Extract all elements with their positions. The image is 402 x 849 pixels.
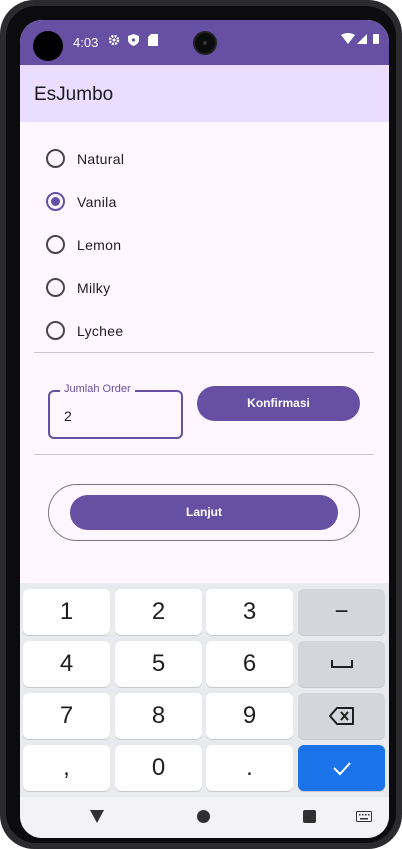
- device-frame: 4:03 EsJumbo Natural Vanila Lemon Milky …: [0, 0, 402, 849]
- shield-icon: [128, 34, 139, 49]
- app-title: EsJumbo: [34, 84, 114, 105]
- radio-button[interactable]: [46, 149, 65, 168]
- key-1[interactable]: 1: [23, 589, 110, 635]
- radio-option-lychee[interactable]: Lychee: [46, 317, 346, 347]
- radio-button[interactable]: [46, 278, 65, 297]
- device-bezel: 4:03 EsJumbo Natural Vanila Lemon Milky …: [6, 6, 396, 843]
- key-8[interactable]: 8: [115, 693, 202, 739]
- key-comma[interactable]: ,: [23, 745, 110, 791]
- system-nav-bar: [20, 797, 389, 838]
- order-quantity-field[interactable]: Jumlah Order 2: [48, 383, 183, 439]
- recents-icon[interactable]: [303, 810, 316, 823]
- field-label: Jumlah Order: [60, 383, 135, 395]
- key-2[interactable]: 2: [115, 589, 202, 635]
- check-icon[interactable]: [298, 745, 385, 791]
- sd-card-icon: [148, 34, 158, 49]
- numeric-keyboard: 1 2 3 − 4 5 6 7 8 9 , 0 .: [20, 583, 389, 797]
- key-5[interactable]: 5: [115, 641, 202, 687]
- key-6[interactable]: 6: [206, 641, 293, 687]
- radio-button[interactable]: [46, 235, 65, 254]
- key-0[interactable]: 0: [115, 745, 202, 791]
- radio-option-lemon[interactable]: Lemon: [46, 231, 346, 261]
- keyboard-switch-icon[interactable]: [356, 811, 372, 822]
- radio-label: Vanila: [77, 194, 117, 210]
- back-icon[interactable]: [90, 810, 104, 823]
- field-value[interactable]: 2: [64, 408, 72, 424]
- status-time: 4:03: [73, 35, 99, 50]
- key-9[interactable]: 9: [206, 693, 293, 739]
- radio-button[interactable]: [46, 321, 65, 340]
- key-minus[interactable]: −: [298, 589, 385, 635]
- camera-cutout: [33, 31, 63, 61]
- radio-label: Lemon: [77, 237, 122, 253]
- radio-label: Milky: [77, 280, 111, 296]
- key-4[interactable]: 4: [23, 641, 110, 687]
- divider: [34, 352, 374, 353]
- radio-label: Natural: [77, 151, 125, 167]
- status-bar: 4:03: [20, 20, 389, 65]
- key-period[interactable]: .: [206, 745, 293, 791]
- radio-label: Lychee: [77, 323, 124, 339]
- front-camera: [193, 31, 217, 55]
- next-button[interactable]: Lanjut: [70, 495, 338, 530]
- app-bar: EsJumbo: [20, 65, 389, 122]
- divider: [34, 454, 374, 455]
- space-icon[interactable]: [298, 641, 385, 687]
- gear-icon: [108, 34, 120, 49]
- radio-option-vanila[interactable]: Vanila: [46, 188, 346, 218]
- radio-option-natural[interactable]: Natural: [46, 145, 346, 175]
- key-7[interactable]: 7: [23, 693, 110, 739]
- backspace-icon[interactable]: [298, 693, 385, 739]
- radio-button-selected[interactable]: [46, 192, 65, 211]
- confirm-button[interactable]: Konfirmasi: [197, 386, 360, 421]
- radio-option-milky[interactable]: Milky: [46, 274, 346, 304]
- status-indicators: [341, 33, 381, 48]
- key-3[interactable]: 3: [206, 589, 293, 635]
- home-icon[interactable]: [197, 810, 210, 823]
- phone-screen: 4:03 EsJumbo Natural Vanila Lemon Milky …: [20, 20, 389, 838]
